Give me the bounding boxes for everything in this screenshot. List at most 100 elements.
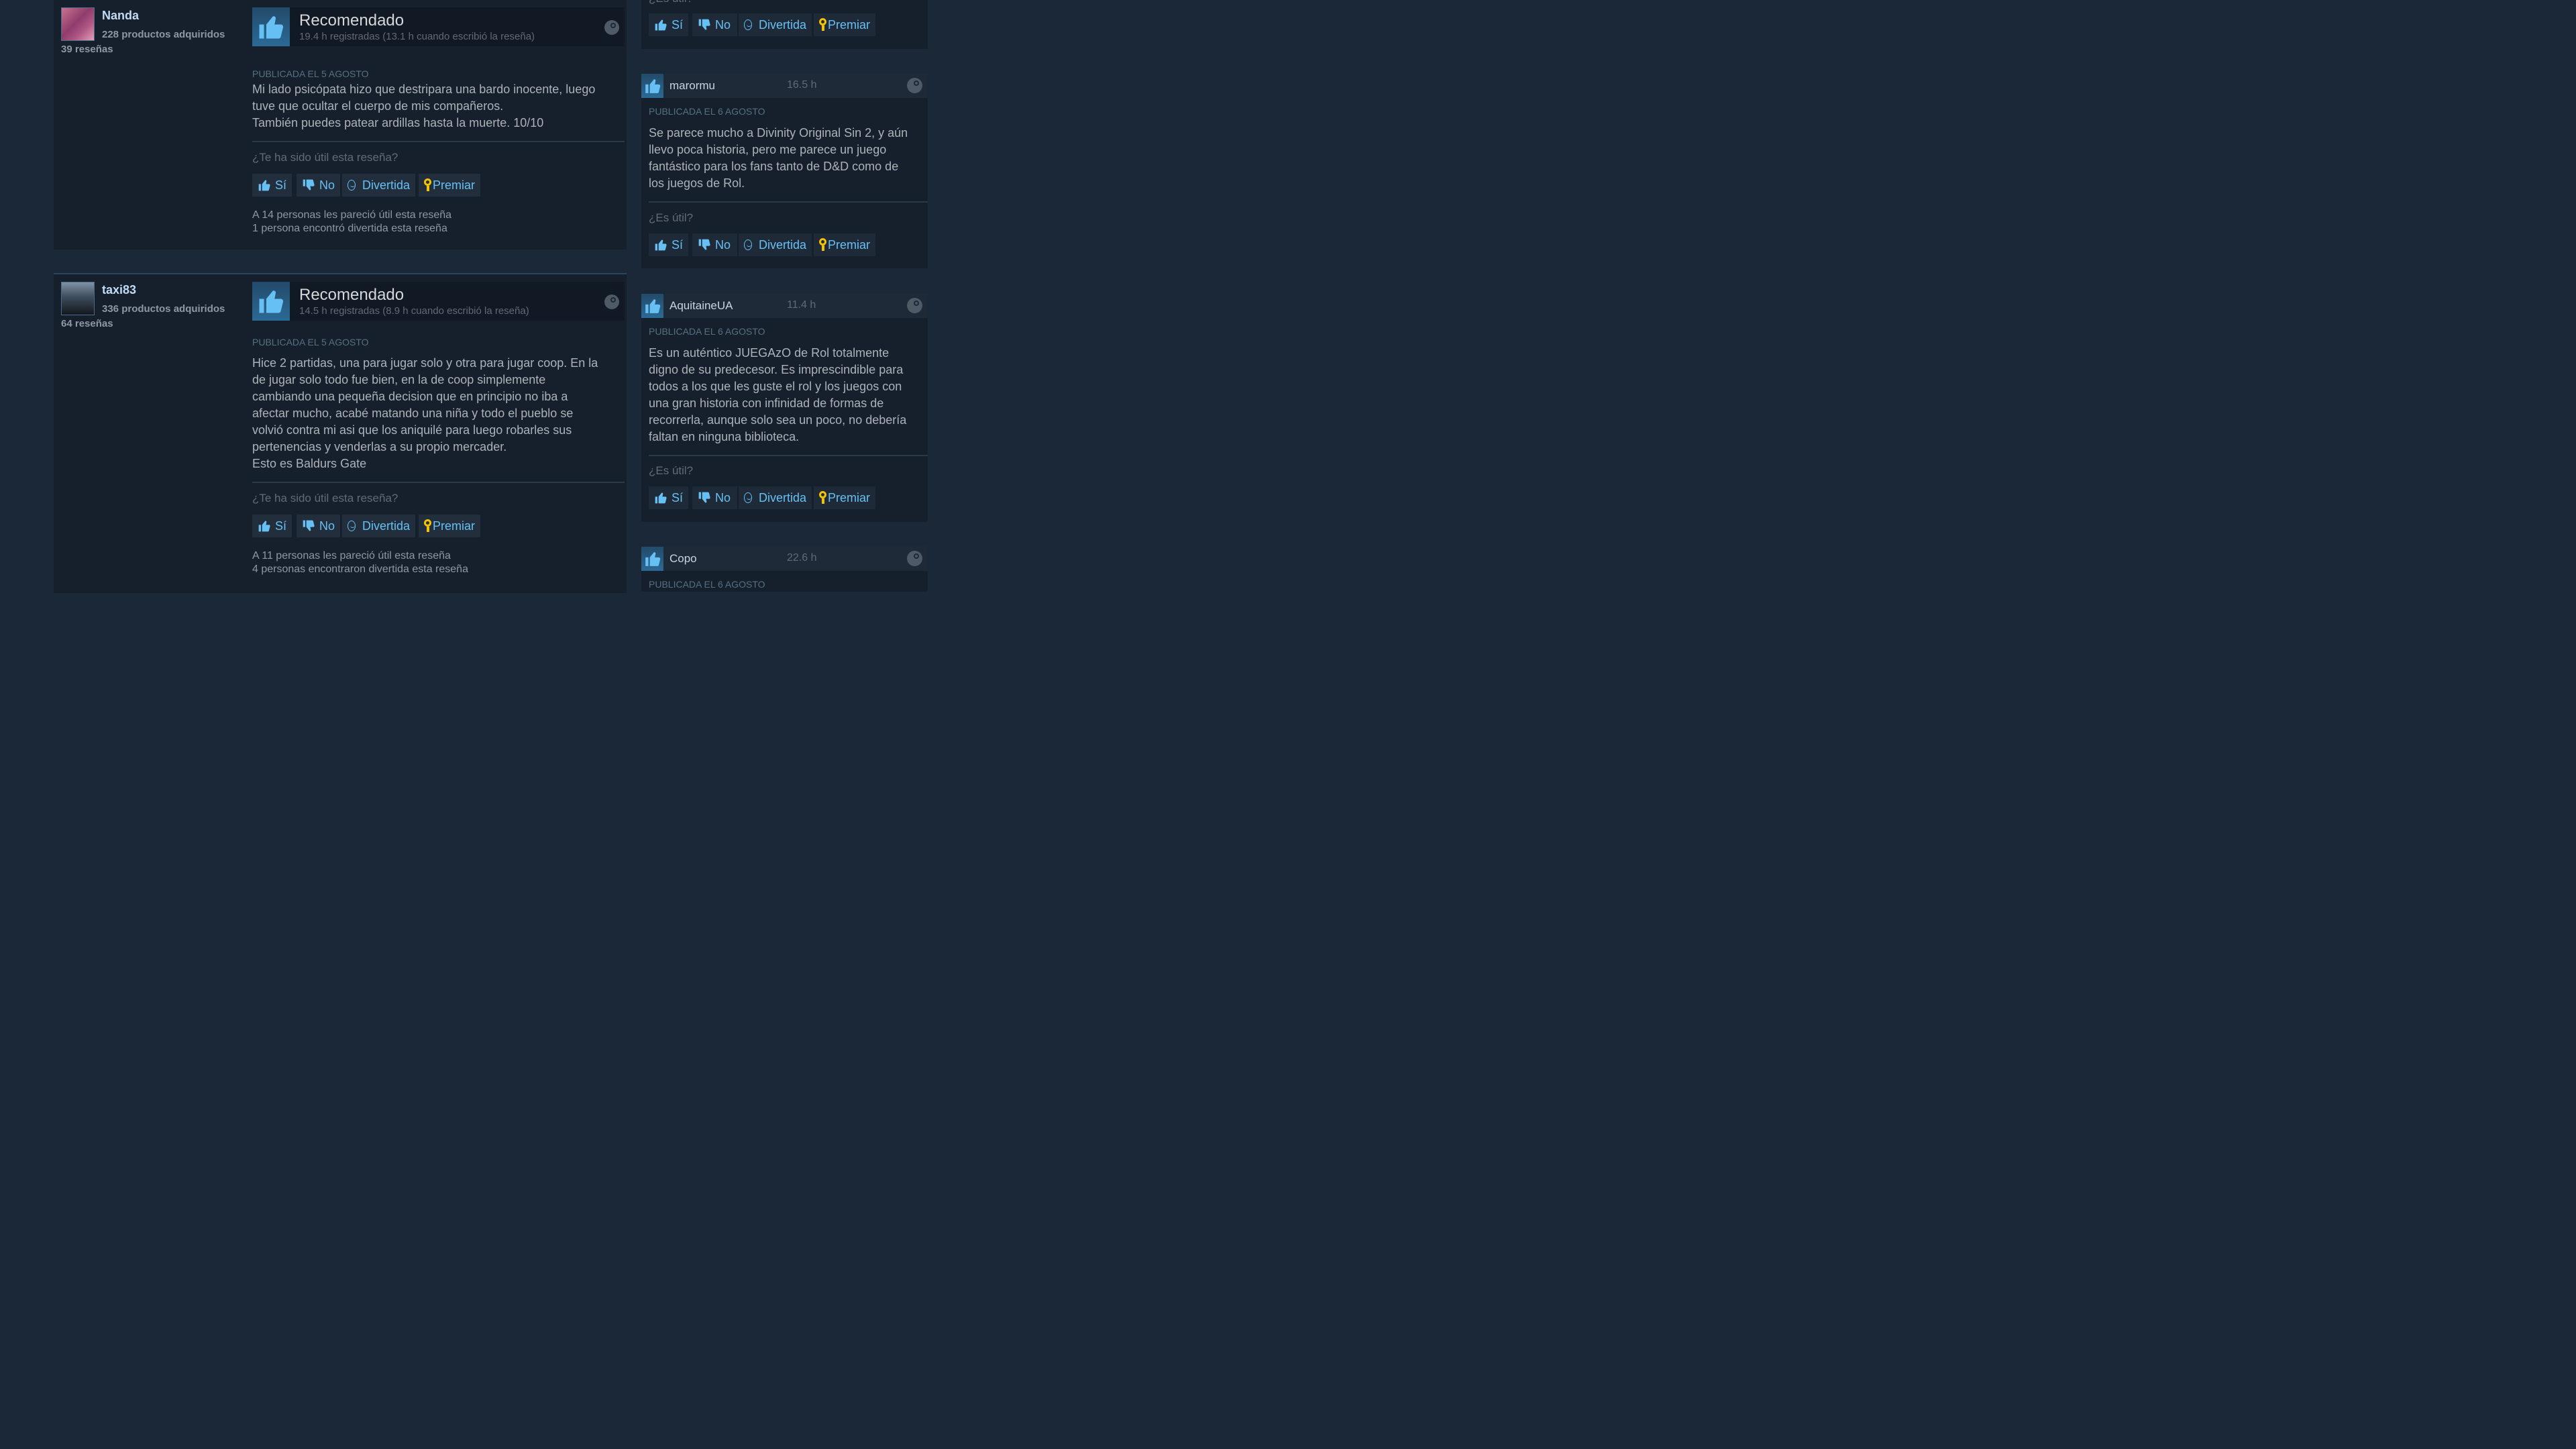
review-text-line: Hice 2 partidas, una para jugar solo y o… xyxy=(252,356,598,370)
posted-date: PUBLICADA EL 5 AGOSTO xyxy=(252,337,369,347)
user-avatar[interactable] xyxy=(61,7,95,41)
smiley-icon xyxy=(744,492,752,503)
vote-yes-label: Sí xyxy=(274,178,286,192)
vote-funny-label: Divertida xyxy=(362,519,410,533)
review-text-line: Se parece mucho a Divinity Original Sin … xyxy=(649,126,908,140)
vote-funny-button[interactable]: Divertida xyxy=(739,486,812,509)
divider xyxy=(252,141,625,142)
vote-yes-label: Sí xyxy=(671,237,683,252)
steam-icon xyxy=(604,294,619,309)
award-label: Premiar xyxy=(432,178,475,192)
award-button[interactable]: Premiar xyxy=(419,515,480,537)
review-text: Hice 2 partidas, una para jugar solo y o… xyxy=(252,355,621,472)
review-text-line: pertenencias y venderlas a su propio mer… xyxy=(252,440,507,453)
review-text-line: fantástico para los fans tanto de D&D co… xyxy=(649,160,899,173)
vote-yes-label: Sí xyxy=(671,490,683,504)
review-card: taxi83 336 productos adquiridos 64 reseñ… xyxy=(54,273,627,593)
products-owned[interactable]: 228 productos adquiridos xyxy=(102,29,225,40)
divider xyxy=(649,201,928,203)
review-text: Mi lado psicópata hizo que destripara un… xyxy=(252,81,621,131)
thumbs-up-icon xyxy=(641,74,663,98)
vote-funny-button[interactable]: Divertida xyxy=(739,13,812,36)
vote-no-button[interactable]: No xyxy=(692,13,737,36)
helpful-question: ¿Te ha sido útil esta reseña? xyxy=(252,492,398,504)
thumbs-down-icon xyxy=(698,239,710,250)
smiley-icon xyxy=(744,239,752,250)
review-text-line: cambiando una pequeña decision que en pr… xyxy=(252,390,568,403)
vote-no-button[interactable]: No xyxy=(297,515,340,537)
thumbs-down-icon xyxy=(303,520,315,531)
divider xyxy=(649,455,928,456)
reviews-count[interactable]: 39 reseñas xyxy=(61,44,113,55)
helpful-question: ¿Es útil? xyxy=(649,464,694,477)
thumbs-up-icon xyxy=(252,7,290,46)
thumbs-up-icon xyxy=(655,492,667,504)
products-owned[interactable]: 336 productos adquiridos xyxy=(102,303,225,315)
vote-yes-button[interactable]: Sí xyxy=(649,486,688,509)
side-review-header[interactable]: marormu 16.5 h xyxy=(641,74,928,98)
username-link[interactable]: AquitaineUA xyxy=(669,299,733,313)
award-button[interactable]: Premiar xyxy=(814,233,875,256)
award-button[interactable]: Premiar xyxy=(814,13,875,36)
award-icon xyxy=(424,519,431,533)
playtime-hours: 19.4 h registradas (13.1 h cuando escrib… xyxy=(299,31,535,42)
vote-yes-button[interactable]: Sí xyxy=(252,174,292,197)
playtime-hours: 16.5 h xyxy=(787,79,817,91)
vote-funny-button[interactable]: Divertida xyxy=(342,174,415,197)
review-text-line: afectar mucho, acabé matando una niña y … xyxy=(252,407,574,420)
vote-no-button[interactable]: No xyxy=(692,233,737,256)
steam-icon xyxy=(604,20,619,35)
award-button[interactable]: Premiar xyxy=(419,174,480,197)
review-text-line: digno de su predecesor. Es imprescindibl… xyxy=(649,363,904,376)
review-header[interactable]: Recomendado 14.5 h registradas (8.9 h cu… xyxy=(252,282,625,321)
smiley-icon xyxy=(744,19,752,30)
vote-no-button[interactable]: No xyxy=(692,486,737,509)
user-avatar[interactable] xyxy=(61,282,95,315)
review-card: Nanda 228 productos adquiridos 39 reseña… xyxy=(54,0,627,250)
funny-count: 4 personas encontraron divertida esta re… xyxy=(252,564,468,575)
award-icon xyxy=(819,18,826,32)
thumbs-up-icon xyxy=(252,282,290,321)
reviews-count[interactable]: 64 reseñas xyxy=(61,318,113,329)
vote-yes-label: Sí xyxy=(671,17,683,32)
username-link[interactable]: Copo xyxy=(669,552,697,566)
thumbs-down-icon xyxy=(698,492,710,503)
vote-yes-label: Sí xyxy=(274,519,286,533)
posted-date: PUBLICADA EL 6 AGOSTO xyxy=(649,579,765,590)
vote-funny-button[interactable]: Divertida xyxy=(342,515,415,537)
thumbs-up-icon xyxy=(641,547,663,571)
username-link[interactable]: marormu xyxy=(669,79,715,93)
review-verdict: Recomendado xyxy=(299,286,405,304)
steam-icon xyxy=(907,551,922,566)
review-header[interactable]: Recomendado 19.4 h registradas (13.1 h c… xyxy=(252,7,625,46)
review-text-line: volvió contra mi asi que los aniquilé pa… xyxy=(252,423,572,437)
vote-funny-button[interactable]: Divertida xyxy=(739,233,812,256)
thumbs-up-icon xyxy=(641,294,663,318)
review-text-line: de jugar solo todo fue bien, en la de co… xyxy=(252,373,546,386)
posted-date: PUBLICADA EL 6 AGOSTO xyxy=(649,106,765,117)
username-link[interactable]: Nanda xyxy=(102,9,139,23)
vote-no-label: No xyxy=(715,237,731,252)
posted-date: PUBLICADA EL 5 AGOSTO xyxy=(252,68,369,79)
thumbs-up-icon xyxy=(655,19,667,31)
playtime-hours: 22.6 h xyxy=(787,552,817,564)
smiley-icon xyxy=(347,180,356,191)
vote-yes-button[interactable]: Sí xyxy=(252,515,292,537)
vote-no-label: No xyxy=(715,490,731,504)
side-review-header[interactable]: Copo 22.6 h xyxy=(641,547,928,571)
award-button[interactable]: Premiar xyxy=(814,486,875,509)
review-text: Se parece mucho a Divinity Original Sin … xyxy=(649,125,925,192)
vote-funny-label: Divertida xyxy=(758,490,806,504)
vote-yes-button[interactable]: Sí xyxy=(649,233,688,256)
side-review-header[interactable]: AquitaineUA 11.4 h xyxy=(641,294,928,318)
vote-no-button[interactable]: No xyxy=(297,174,340,197)
review-text-line: También puedes patear ardillas hasta la … xyxy=(252,116,544,129)
vote-no-label: No xyxy=(715,17,731,32)
steam-icon xyxy=(907,78,922,93)
thumbs-down-icon xyxy=(303,179,315,191)
username-link[interactable]: taxi83 xyxy=(102,283,136,297)
vote-funny-label: Divertida xyxy=(758,17,806,32)
review-text-line: Mi lado psicópata hizo que destripara un… xyxy=(252,83,596,96)
helpful-question: ¿Es útil? xyxy=(649,211,694,224)
vote-yes-button[interactable]: Sí xyxy=(649,13,688,36)
